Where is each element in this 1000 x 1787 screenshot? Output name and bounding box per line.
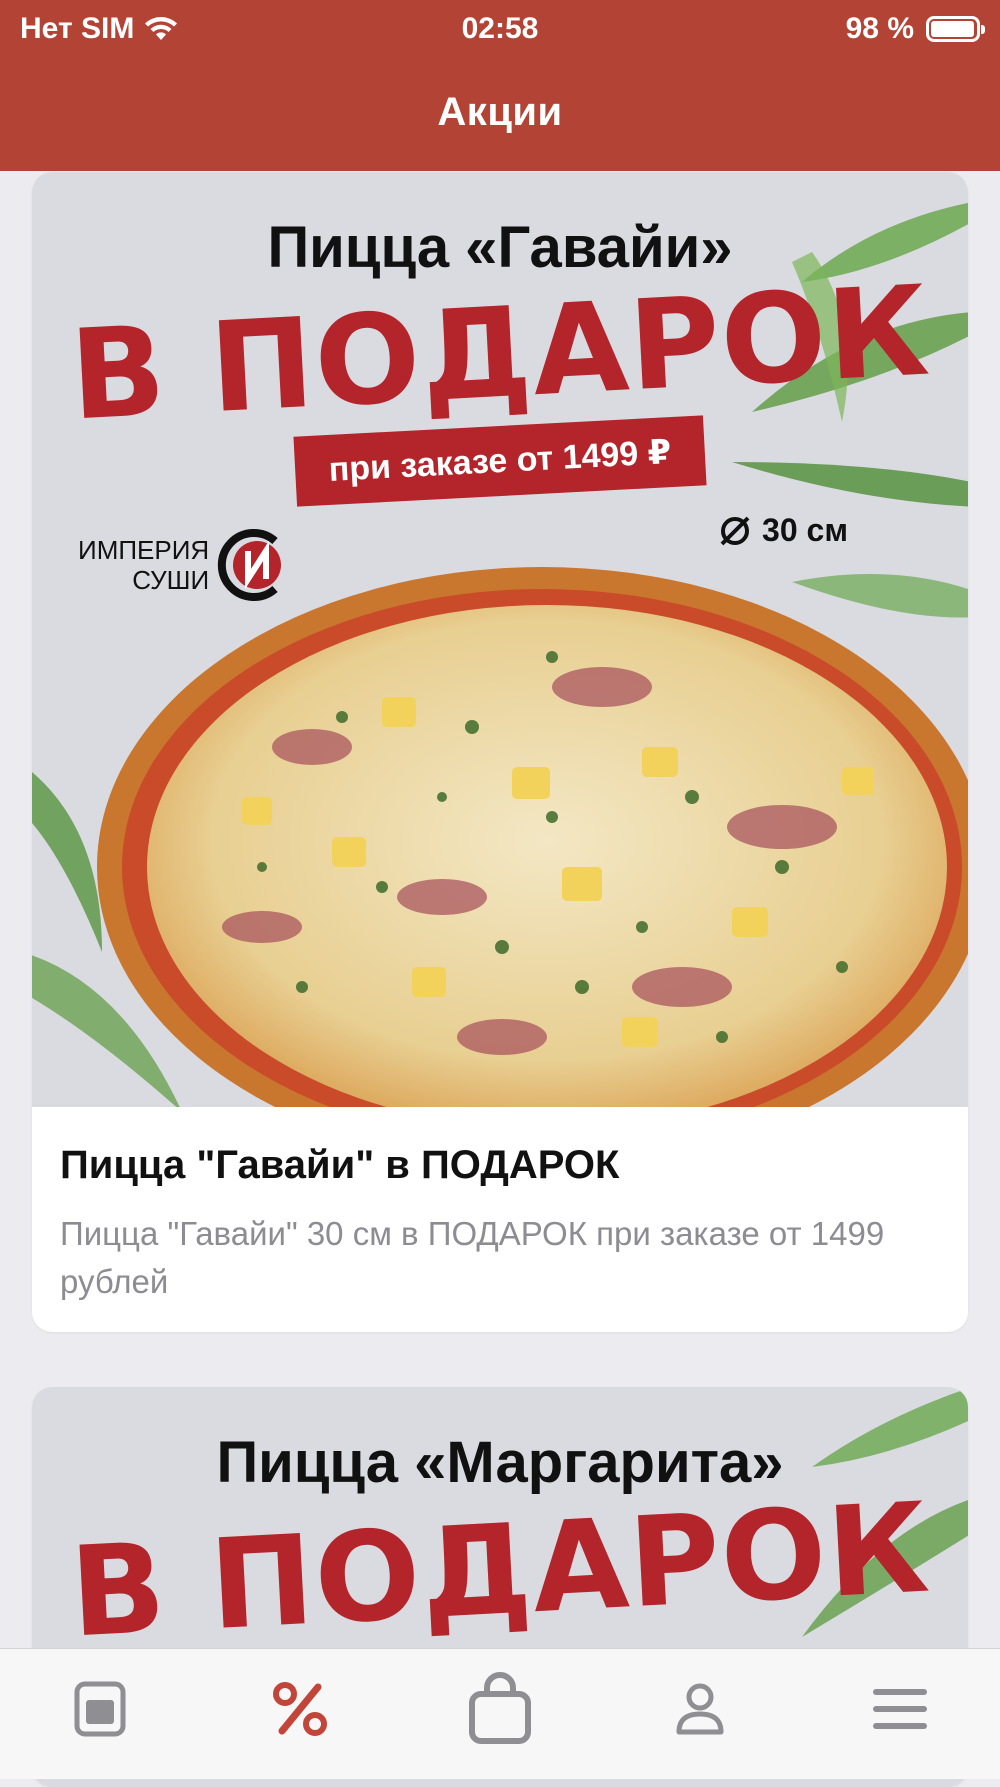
tab-profile[interactable] xyxy=(600,1669,800,1749)
shopping-bag-icon xyxy=(469,1672,531,1744)
tab-more[interactable] xyxy=(800,1669,1000,1749)
percent-icon xyxy=(273,1682,327,1736)
menu-card-icon xyxy=(74,1681,126,1737)
promo-banner-image: Пицца «Гавайи» В ПОДАРОК при заказе от 1… xyxy=(32,172,968,1107)
promo-title: Пицца "Гавайи" в ПОДАРОК xyxy=(60,1143,620,1187)
status-bar: Нет SIM 02:58 98 % xyxy=(0,0,1000,56)
promo-card-body: Пицца "Гавайи" в ПОДАРОК Пицца "Гавайи" … xyxy=(32,1107,968,1306)
logo-line1: ИМПЕРИЯ xyxy=(78,535,210,565)
tab-promotions[interactable] xyxy=(200,1669,400,1749)
battery-group: 98 % xyxy=(845,12,985,46)
hamburger-menu-icon xyxy=(873,1689,927,1729)
tab-cart[interactable] xyxy=(400,1669,600,1749)
promo-card[interactable]: Пицца «Гавайи» В ПОДАРОК при заказе от 1… xyxy=(32,172,968,1332)
banner-size: 30 см xyxy=(718,512,848,549)
pizza-illustration xyxy=(97,567,968,1107)
page-title: Акции xyxy=(437,90,563,134)
battery-percent: 98 % xyxy=(845,12,914,45)
banner-size-label: 30 см xyxy=(762,512,848,548)
profile-icon xyxy=(676,1683,724,1735)
battery-icon xyxy=(926,16,985,42)
diameter-icon xyxy=(720,516,750,545)
tab-menu[interactable] xyxy=(0,1669,200,1749)
top-bar: Нет SIM 02:58 98 % Акции xyxy=(0,0,1000,171)
tab-bar xyxy=(0,1648,1000,1779)
promo-description: Пицца "Гавайи" 30 см в ПОДАРОК при заказ… xyxy=(60,1215,885,1300)
